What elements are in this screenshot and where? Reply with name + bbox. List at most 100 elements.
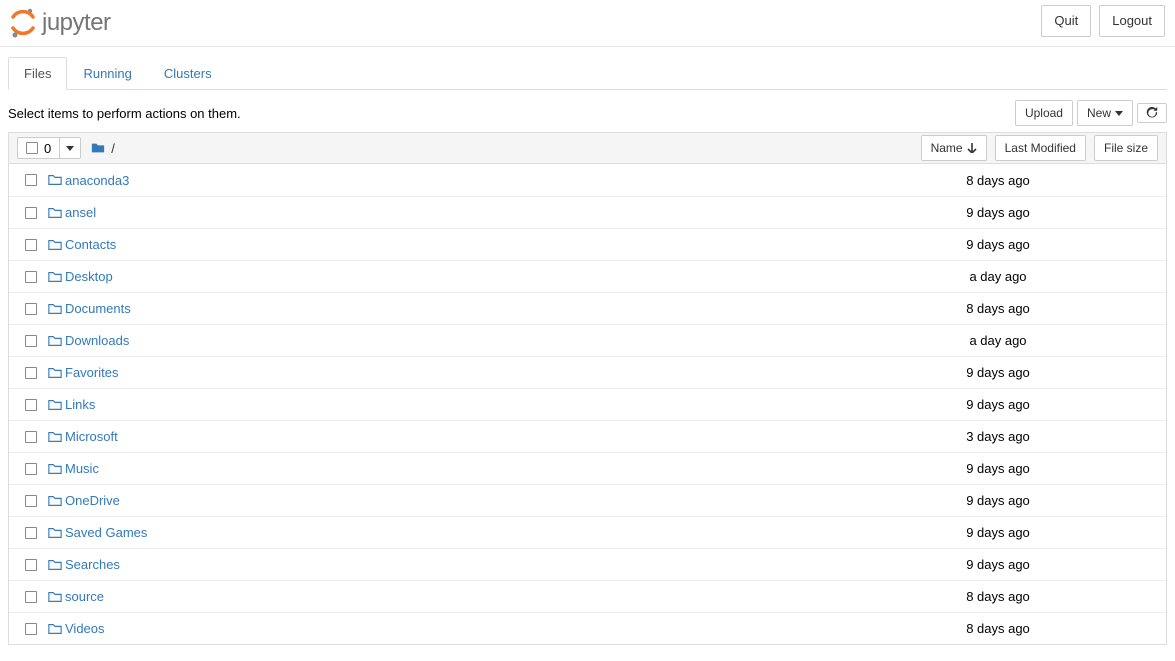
list-item: Saved Games 9 days ago <box>9 516 1166 548</box>
item-name-link[interactable]: source <box>65 589 104 604</box>
item-modified: 3 days ago <box>908 429 1088 444</box>
new-dropdown[interactable]: New <box>1077 100 1133 126</box>
list-item: Documents 8 days ago <box>9 292 1166 324</box>
list-item: source 8 days ago <box>9 580 1166 612</box>
row-checkbox[interactable] <box>25 239 37 251</box>
row-checkbox[interactable] <box>25 495 37 507</box>
list-item: Searches 9 days ago <box>9 548 1166 580</box>
list-item: Microsoft 3 days ago <box>9 420 1166 452</box>
folder-icon <box>45 238 65 252</box>
item-name-link[interactable]: Saved Games <box>65 525 147 540</box>
upload-button[interactable]: Upload <box>1015 100 1073 126</box>
select-all-checkbox[interactable] <box>26 142 38 154</box>
item-modified: 9 days ago <box>908 493 1088 508</box>
item-modified: 9 days ago <box>908 557 1088 572</box>
selected-count: 0 <box>44 141 51 156</box>
item-name-link[interactable]: Microsoft <box>65 429 118 444</box>
caret-down-icon <box>1115 111 1123 116</box>
folder-icon <box>45 366 65 380</box>
item-modified: 9 days ago <box>908 365 1088 380</box>
selection-hint: Select items to perform actions on them. <box>8 106 241 121</box>
folder-icon <box>45 462 65 476</box>
folder-icon <box>45 173 65 187</box>
item-name-link[interactable]: ansel <box>65 205 96 220</box>
item-name-link[interactable]: Videos <box>65 621 105 636</box>
row-checkbox[interactable] <box>25 367 37 379</box>
folder-icon <box>45 302 65 316</box>
row-checkbox[interactable] <box>25 335 37 347</box>
item-name-link[interactable]: Links <box>65 397 95 412</box>
select-all-group[interactable]: 0 <box>17 137 81 159</box>
folder-icon <box>45 398 65 412</box>
item-modified: 8 days ago <box>908 589 1088 604</box>
jupyter-logo[interactable]: jupyter <box>10 4 111 38</box>
row-checkbox[interactable] <box>25 174 37 186</box>
sort-modified-button[interactable]: Last Modified <box>995 135 1086 161</box>
item-name-link[interactable]: OneDrive <box>65 493 120 508</box>
arrow-down-icon <box>967 143 977 153</box>
jupyter-logo-icon <box>10 8 36 38</box>
list-item: OneDrive 9 days ago <box>9 484 1166 516</box>
list-item: ansel9 days ago <box>9 196 1166 228</box>
name-col-label: Name <box>931 139 963 157</box>
tab-files[interactable]: Files <box>8 57 67 90</box>
quit-button[interactable]: Quit <box>1041 5 1091 37</box>
item-name-link[interactable]: Documents <box>65 301 131 316</box>
item-name-link[interactable]: Desktop <box>65 269 113 284</box>
breadcrumb[interactable]: / <box>91 141 115 156</box>
file-list: anaconda38 days agoansel9 days agoContac… <box>8 164 1167 645</box>
list-item: Links 9 days ago <box>9 388 1166 420</box>
list-item: Videos 8 days ago <box>9 612 1166 644</box>
logout-button[interactable]: Logout <box>1099 5 1165 37</box>
brand-text: jupyter <box>42 9 111 37</box>
folder-icon <box>45 430 65 444</box>
row-checkbox[interactable] <box>25 527 37 539</box>
list-item: Downloadsa day ago <box>9 324 1166 356</box>
folder-icon <box>45 622 65 636</box>
item-name-link[interactable]: Contacts <box>65 237 116 252</box>
folder-icon <box>45 334 65 348</box>
item-modified: a day ago <box>908 269 1088 284</box>
folder-icon <box>91 141 105 155</box>
item-name-link[interactable]: Downloads <box>65 333 129 348</box>
folder-icon <box>45 206 65 220</box>
folder-icon <box>45 270 65 284</box>
item-name-link[interactable]: anaconda3 <box>65 173 129 188</box>
caret-down-icon <box>66 146 74 151</box>
item-name-link[interactable]: Searches <box>65 557 120 572</box>
new-label: New <box>1087 104 1111 122</box>
row-checkbox[interactable] <box>25 591 37 603</box>
sort-name-button[interactable]: Name <box>921 135 987 161</box>
item-modified: 8 days ago <box>908 301 1088 316</box>
tab-running[interactable]: Running <box>67 57 147 90</box>
list-item: Contacts 9 days ago <box>9 228 1166 260</box>
breadcrumb-path: / <box>111 141 115 156</box>
list-item: Desktop a day ago <box>9 260 1166 292</box>
list-header: 0 / Name Last Modified File size <box>8 132 1167 164</box>
folder-icon <box>45 558 65 572</box>
sort-size-button[interactable]: File size <box>1094 135 1158 161</box>
list-item: Favorites 9 days ago <box>9 356 1166 388</box>
row-checkbox[interactable] <box>25 623 37 635</box>
row-checkbox[interactable] <box>25 399 37 411</box>
tab-bar: FilesRunningClusters <box>8 57 1167 90</box>
item-name-link[interactable]: Favorites <box>65 365 118 380</box>
item-modified: 9 days ago <box>908 237 1088 252</box>
list-item: Music 9 days ago <box>9 452 1166 484</box>
row-checkbox[interactable] <box>25 559 37 571</box>
select-menu-toggle[interactable] <box>59 138 80 158</box>
row-checkbox[interactable] <box>25 271 37 283</box>
row-checkbox[interactable] <box>25 431 37 443</box>
item-modified: 8 days ago <box>908 621 1088 636</box>
tab-clusters[interactable]: Clusters <box>148 57 228 90</box>
row-checkbox[interactable] <box>25 303 37 315</box>
folder-icon <box>45 526 65 540</box>
item-modified: 9 days ago <box>908 397 1088 412</box>
row-checkbox[interactable] <box>25 463 37 475</box>
row-checkbox[interactable] <box>25 207 37 219</box>
list-item: anaconda38 days ago <box>9 164 1166 196</box>
item-modified: 9 days ago <box>908 525 1088 540</box>
item-name-link[interactable]: Music <box>65 461 99 476</box>
item-modified: 9 days ago <box>908 461 1088 476</box>
refresh-button[interactable] <box>1137 103 1167 123</box>
